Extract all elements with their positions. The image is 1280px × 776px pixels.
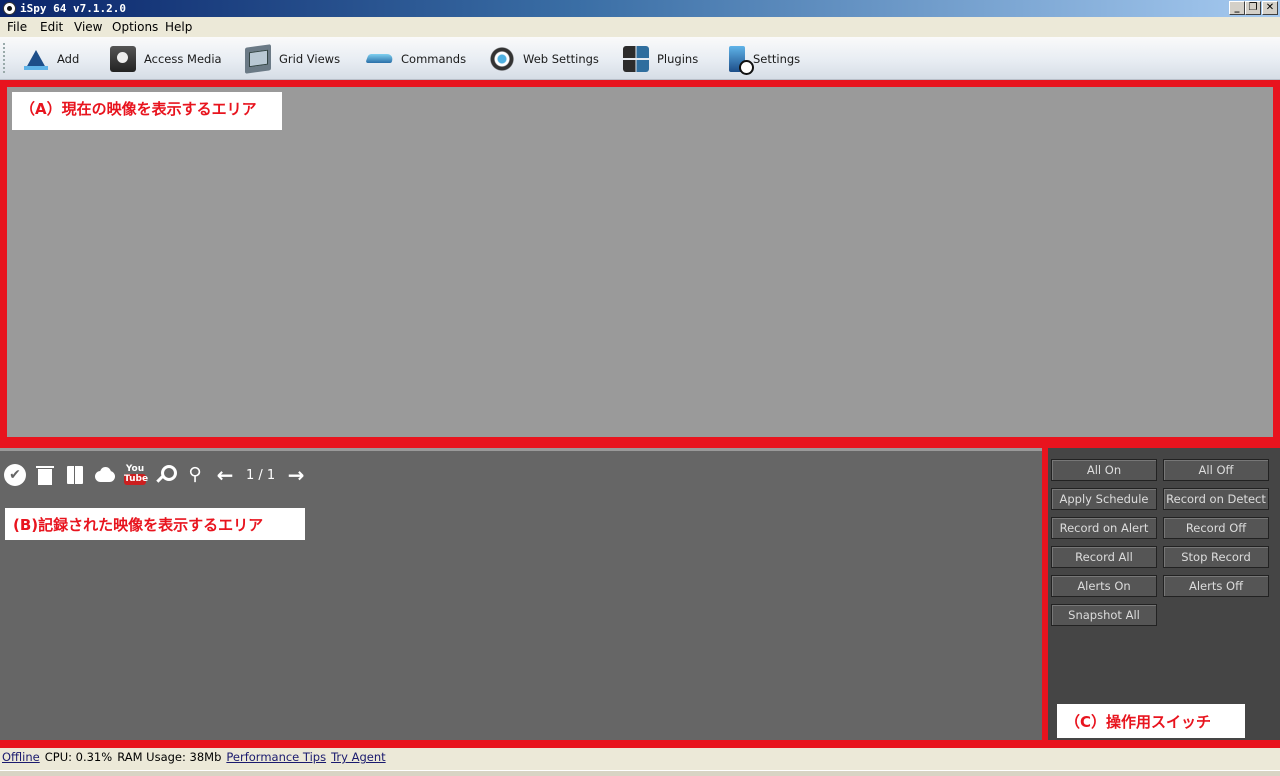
add-icon (23, 46, 49, 72)
page-indicator: 1 / 1 (246, 467, 276, 483)
all-on-button[interactable]: All On (1051, 459, 1157, 481)
web-settings-label: Web Settings (523, 51, 599, 66)
record-all-button[interactable]: Record All (1051, 546, 1157, 568)
performance-tips-link[interactable]: Performance Tips (226, 750, 326, 764)
menu-options[interactable]: Options (112, 20, 158, 34)
youtube-tube: Tube (124, 474, 149, 485)
record-off-button[interactable]: Record Off (1163, 517, 1269, 539)
settings-button[interactable]: Settings (729, 37, 800, 80)
ram-usage: RAM Usage: 38Mb (117, 750, 222, 764)
control-switches-annotation: （C）操作用スイッチ (1057, 704, 1245, 738)
title-bar: iSpy 64 v7.1.2.0 _ ❐ ✕ (0, 0, 1280, 17)
alerts-on-button[interactable]: Alerts On (1051, 575, 1157, 597)
all-off-button[interactable]: All Off (1163, 459, 1269, 481)
control-switches-area: All On All Off Apply Schedule Record on … (1048, 442, 1280, 740)
web-settings-icon (489, 45, 515, 72)
bookmark-icon[interactable] (64, 464, 86, 486)
recorded-media-area[interactable]: ✔ You Tube ⚲ ← 1 / 1 → (B)記録された映像を表示するエリ… (0, 442, 1048, 748)
plugins-icon (623, 45, 649, 72)
app-eye-icon (3, 2, 16, 15)
try-agent-link[interactable]: Try Agent (331, 750, 386, 764)
settings-icon (729, 45, 754, 75)
add-label: Add (57, 51, 80, 66)
arrow-left-icon[interactable]: ← (214, 464, 236, 486)
record-on-detect-button[interactable]: Record on Detect (1163, 488, 1269, 510)
alerts-off-button[interactable]: Alerts Off (1163, 575, 1269, 597)
cloud-upload-icon[interactable] (94, 464, 116, 486)
menu-edit[interactable]: Edit (40, 20, 63, 34)
trash-icon[interactable] (34, 464, 56, 486)
cpu-usage: CPU: 0.31% (44, 750, 113, 764)
arrow-right-icon[interactable]: → (285, 464, 307, 486)
media-toolbar: ✔ You Tube ⚲ ← 1 / 1 → (4, 460, 315, 490)
commands-button[interactable]: Commands (367, 37, 466, 80)
plugins-button[interactable]: Plugins (623, 37, 698, 80)
offline-link[interactable]: Offline (2, 750, 40, 764)
annotation-border-bottom (0, 740, 1280, 748)
settings-label: Settings (753, 51, 801, 66)
grid-views-label: Grid Views (279, 51, 341, 66)
ispy-window: iSpy 64 v7.1.2.0 _ ❐ ✕ File Edit View Op… (0, 0, 1280, 776)
web-settings-button[interactable]: Web Settings (489, 37, 599, 80)
search-icon[interactable] (154, 464, 177, 486)
main-toolbar: Add Access Media Grid Views Commands Web… (0, 37, 1280, 80)
minimize-button[interactable]: _ (1229, 1, 1245, 15)
stop-record-button[interactable]: Stop Record (1163, 546, 1269, 568)
menu-help[interactable]: Help (165, 20, 192, 34)
access-media-label: Access Media (144, 51, 222, 66)
commands-label: Commands (401, 51, 467, 66)
restore-button[interactable]: ❐ (1245, 1, 1261, 15)
record-on-alert-button[interactable]: Record on Alert (1051, 517, 1157, 539)
plugins-label: Plugins (657, 51, 699, 66)
access-media-icon (110, 45, 136, 72)
splitter[interactable] (0, 448, 1042, 451)
status-bar: Offline CPU: 0.31% RAM Usage: 38Mb Perfo… (0, 748, 1280, 776)
live-view-area[interactable]: （A）現在の映像を表示するエリア (0, 80, 1280, 444)
status-bar-edge (0, 770, 1280, 776)
window-title: iSpy 64 v7.1.2.0 (20, 2, 126, 15)
menu-bar: File Edit View Options Help (0, 17, 1280, 37)
check-icon[interactable]: ✔ (4, 464, 26, 486)
recorded-media-annotation: (B)記録された映像を表示するエリア (5, 508, 305, 540)
toolbar-grip[interactable] (3, 43, 5, 73)
youtube-you: You (125, 464, 145, 474)
snapshot-all-button[interactable]: Snapshot All (1051, 604, 1157, 626)
commands-icon (367, 46, 393, 72)
grid-views-icon (245, 43, 271, 74)
grid-views-button[interactable]: Grid Views (245, 37, 340, 80)
close-button[interactable]: ✕ (1262, 1, 1278, 15)
youtube-icon[interactable]: You Tube (124, 464, 149, 486)
menu-view[interactable]: View (74, 20, 102, 34)
live-view-annotation: （A）現在の映像を表示するエリア (12, 92, 282, 130)
tree-icon[interactable]: ⚲ (184, 464, 206, 486)
menu-file[interactable]: File (7, 20, 27, 34)
add-button[interactable]: Add (23, 37, 79, 80)
apply-schedule-button[interactable]: Apply Schedule (1051, 488, 1157, 510)
access-media-button[interactable]: Access Media (110, 37, 222, 80)
